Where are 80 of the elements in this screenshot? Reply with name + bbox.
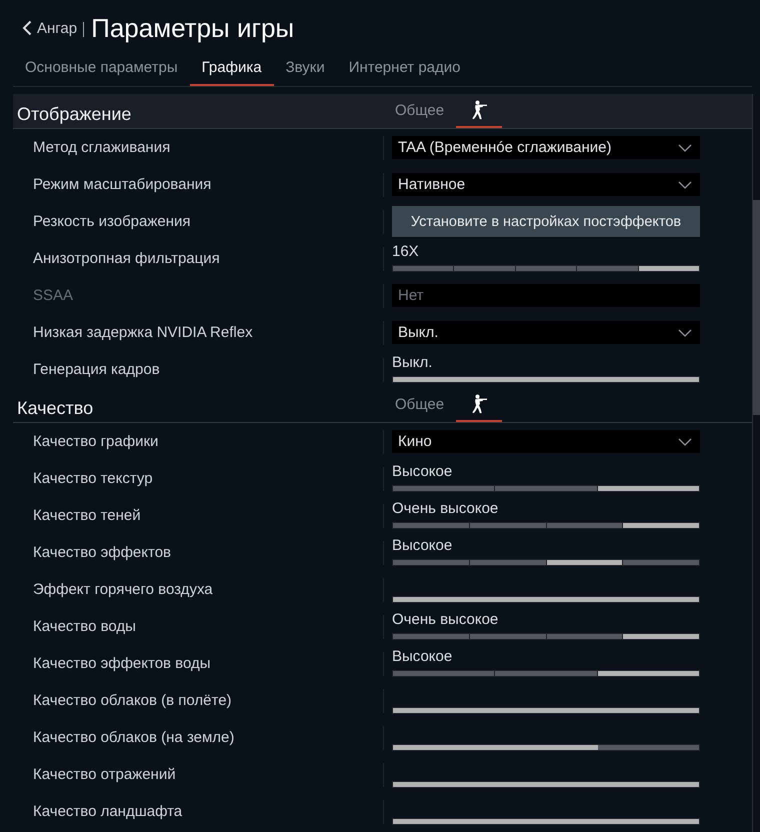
setting-label: Качество ландшафта bbox=[33, 802, 182, 820]
dropdown[interactable]: Выкл. bbox=[392, 321, 700, 344]
slider-segment[interactable] bbox=[470, 634, 546, 639]
setting-label: Качество графики bbox=[33, 432, 158, 450]
dropdown[interactable]: Нативное bbox=[392, 173, 700, 196]
setting-label: Эффект горячего воздуха bbox=[33, 580, 213, 598]
slider-segment[interactable] bbox=[470, 523, 546, 528]
setting-label: Анизотропная фильтрация bbox=[33, 250, 220, 266]
slider-segment[interactable] bbox=[623, 634, 699, 639]
slider-segment[interactable] bbox=[546, 560, 622, 565]
aiming-figure-icon bbox=[472, 394, 487, 414]
setting-label: Качество эффектов воды bbox=[33, 654, 211, 672]
slider-segment[interactable] bbox=[393, 560, 469, 565]
view-tab[interactable]: Общее bbox=[383, 388, 456, 422]
slider-segment[interactable] bbox=[393, 486, 494, 491]
slider-value: Очень высокое bbox=[392, 611, 498, 629]
setting-label: SSAA bbox=[33, 286, 74, 304]
slider-segment[interactable] bbox=[393, 671, 494, 676]
slider-segment[interactable] bbox=[598, 671, 699, 676]
setting-label: Метод сглаживания bbox=[33, 138, 170, 156]
slider-value: Выкл. bbox=[392, 354, 432, 372]
slider-track[interactable] bbox=[392, 265, 700, 272]
dropdown[interactable]: TAA (Временнóе сглаживание) bbox=[392, 136, 700, 159]
slider-segment[interactable] bbox=[454, 266, 515, 271]
slider-fill[interactable] bbox=[393, 745, 598, 750]
setting-label: Качество эффектов bbox=[33, 544, 172, 560]
slider-segment[interactable] bbox=[638, 266, 700, 271]
tab[interactable]: Интернет радио bbox=[336, 50, 472, 86]
slider-track[interactable] bbox=[392, 670, 700, 677]
tab[interactable]: Звуки bbox=[274, 50, 337, 86]
slider-segment[interactable] bbox=[598, 486, 699, 491]
action-button[interactable]: Установите в настройках постэффектов bbox=[392, 206, 700, 237]
section-title: Качество bbox=[17, 397, 94, 419]
scrollbar-track[interactable] bbox=[752, 94, 760, 832]
slider-track[interactable] bbox=[392, 744, 700, 751]
setting-label: Резкость изображения bbox=[33, 212, 191, 230]
slider-track[interactable] bbox=[392, 633, 700, 640]
slider-track[interactable] bbox=[392, 559, 700, 566]
setting-label: Генерация кадров bbox=[33, 360, 160, 378]
slider-value: Высокое bbox=[392, 537, 452, 555]
chevron-down-icon bbox=[678, 180, 692, 188]
slider-segment[interactable] bbox=[546, 523, 622, 528]
page-title: Параметры игры bbox=[91, 13, 294, 43]
slider-segment[interactable] bbox=[623, 523, 699, 528]
view-tab[interactable]: Общее bbox=[383, 94, 456, 128]
chevron-left-icon bbox=[22, 20, 32, 36]
chevron-down-icon bbox=[678, 438, 692, 446]
slider-value: Очень высокое bbox=[392, 500, 498, 518]
slider-track[interactable] bbox=[392, 522, 700, 529]
slider-segment[interactable] bbox=[393, 523, 469, 528]
slider-segment[interactable] bbox=[623, 560, 699, 565]
slider-segment[interactable] bbox=[470, 560, 546, 565]
aiming-figure-icon bbox=[472, 100, 487, 120]
slider-segment[interactable] bbox=[393, 634, 469, 639]
chevron-down-icon bbox=[678, 328, 692, 336]
setting-label: Качество облаков (на земле) bbox=[33, 728, 234, 746]
slider-track[interactable] bbox=[392, 485, 700, 492]
slider-segment[interactable] bbox=[393, 266, 454, 271]
setting-label: Качество текстур bbox=[33, 470, 153, 486]
setting-label: Качество облаков (в полёте) bbox=[33, 692, 232, 708]
setting-label: Низкая задержка NVIDIA Reflex bbox=[33, 324, 253, 340]
tab[interactable]: Графика bbox=[190, 50, 274, 86]
setting-label: Режим масштабирования bbox=[33, 176, 212, 192]
setting-label: Качество теней bbox=[33, 506, 141, 524]
slider-segment[interactable] bbox=[495, 671, 597, 676]
slider-value: Высокое bbox=[392, 463, 452, 481]
chevron-down-icon bbox=[678, 144, 692, 152]
dropdown[interactable]: Кино bbox=[392, 430, 700, 453]
slider-value: 16X bbox=[392, 243, 419, 261]
scrollbar-thumb[interactable] bbox=[753, 200, 760, 415]
slider-segment[interactable] bbox=[577, 266, 638, 271]
slider-segment[interactable] bbox=[495, 486, 597, 491]
slider-segment[interactable] bbox=[546, 634, 622, 639]
section-title: Отображение bbox=[17, 103, 132, 125]
tab[interactable]: Основные параметры bbox=[13, 50, 190, 86]
slider-segment[interactable] bbox=[516, 266, 576, 271]
setting-label: Качество отражений bbox=[33, 766, 176, 782]
slider-value: Высокое bbox=[392, 648, 452, 666]
back-button[interactable]: Ангар bbox=[22, 20, 78, 36]
setting-label: Качество воды bbox=[33, 618, 136, 634]
